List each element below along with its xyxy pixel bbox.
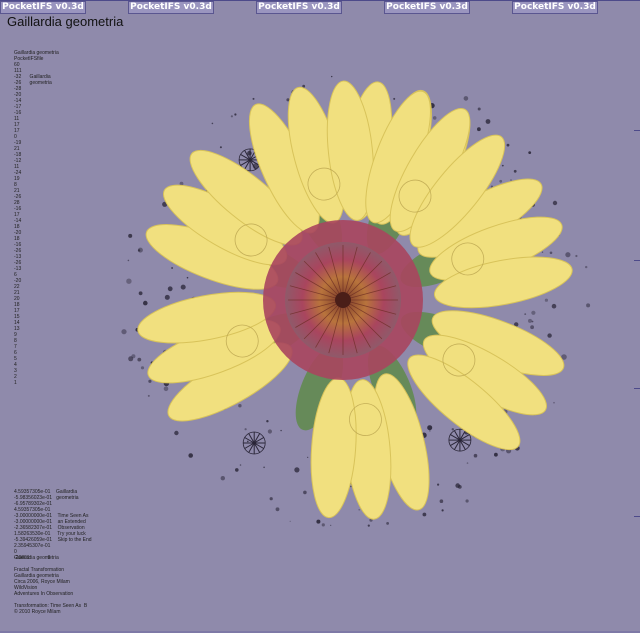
speckle-dot — [439, 499, 444, 504]
speckle-dot — [513, 169, 517, 173]
speckle-dot — [294, 467, 300, 473]
speckle-dot — [137, 249, 141, 252]
speckle-dot — [247, 150, 252, 156]
speckle-dot — [551, 303, 557, 309]
speckle-dot — [367, 524, 370, 527]
speckle-dot — [531, 310, 536, 315]
speckle-dot — [451, 428, 454, 431]
speckle-dot — [429, 430, 431, 432]
speckle-dot — [138, 291, 143, 296]
speckle-dot — [330, 524, 332, 527]
speckle-dot — [137, 357, 142, 362]
speckle-dot — [494, 452, 498, 457]
speckle-dot — [499, 179, 503, 183]
speckle-dot — [131, 354, 136, 359]
speckle-dot — [316, 519, 321, 524]
speckle-dot — [167, 286, 173, 292]
speckle-dot — [126, 278, 132, 284]
speckle-dot — [164, 294, 170, 300]
fractal-flower-image — [121, 75, 591, 527]
speckle-dot — [128, 233, 133, 238]
speckle-dot — [303, 490, 307, 495]
speckle-dot — [585, 265, 588, 269]
speckle-dot — [386, 522, 389, 525]
speckle-dot — [510, 179, 512, 181]
speckle-dot — [393, 97, 396, 100]
speckle-dot — [547, 333, 552, 338]
flower-center — [263, 220, 423, 380]
speckle-dot — [244, 428, 247, 431]
speckle-dot — [586, 303, 591, 308]
speckle-dot — [147, 394, 150, 397]
speckle-dot — [267, 429, 272, 434]
speckle-dot — [477, 107, 481, 111]
speckle-dot — [148, 379, 152, 383]
speckle-dot — [485, 119, 491, 124]
speckle-dot — [321, 523, 325, 527]
speckle-dot — [455, 483, 461, 488]
speckle-dot — [239, 464, 242, 466]
speckle-dot — [524, 313, 527, 315]
speckle-dot — [263, 466, 265, 469]
speckle-dot — [180, 284, 186, 290]
speckle-dot — [358, 509, 361, 511]
speckle-dot — [553, 401, 555, 404]
speckle-dot — [541, 251, 544, 253]
speckle-dot — [186, 276, 189, 279]
speckle-dot — [473, 453, 478, 458]
speckle-dot — [465, 499, 469, 503]
speckle-dot — [211, 122, 214, 125]
speckle-dot — [506, 143, 510, 147]
speckle-dot — [549, 251, 553, 255]
speckle-dot — [466, 462, 469, 464]
speckle-dot — [307, 456, 309, 458]
speckle-dot — [234, 113, 237, 116]
speckle-dot — [575, 254, 578, 258]
speckle-dot — [140, 366, 145, 370]
speckle-dot — [544, 298, 549, 302]
speckle-dot — [530, 325, 534, 330]
speckle-dot — [463, 96, 469, 101]
speckle-dot — [441, 509, 444, 512]
speckle-dot — [331, 75, 333, 78]
speckle-dot — [269, 497, 273, 501]
speckle-dot — [220, 476, 225, 481]
speckle-dot — [230, 115, 233, 118]
speckle-dot — [275, 507, 280, 512]
speckle-dot — [280, 429, 282, 432]
speckle-dot — [188, 453, 193, 458]
speckle-dot — [174, 430, 179, 436]
speckle-dot — [252, 97, 255, 100]
speckle-dot — [266, 420, 269, 423]
speckle-dot — [127, 259, 130, 262]
speckle-dot — [219, 146, 222, 149]
speckle-dot — [143, 300, 148, 306]
speckle-dot — [531, 320, 534, 323]
speckle-dot — [477, 127, 481, 132]
speckle-dot — [432, 116, 437, 120]
speckle-dot — [437, 483, 440, 486]
speckle-dot — [501, 164, 504, 167]
speckle-dot — [289, 520, 291, 522]
speckle-dot — [171, 267, 174, 269]
speckle-dot — [121, 329, 127, 335]
speckle-dot — [528, 318, 532, 323]
speckle-dot — [528, 151, 532, 155]
speckle-dot — [427, 425, 433, 431]
rosette-mark — [242, 431, 266, 455]
speckle-dot — [163, 386, 169, 392]
speckle-dot — [552, 200, 558, 206]
speckle-dot — [565, 252, 571, 258]
speckle-dot — [247, 440, 249, 443]
disc-eye — [335, 292, 351, 308]
speckle-dot — [238, 404, 242, 408]
speckle-dot — [235, 468, 239, 472]
speckle-dot — [422, 512, 427, 517]
